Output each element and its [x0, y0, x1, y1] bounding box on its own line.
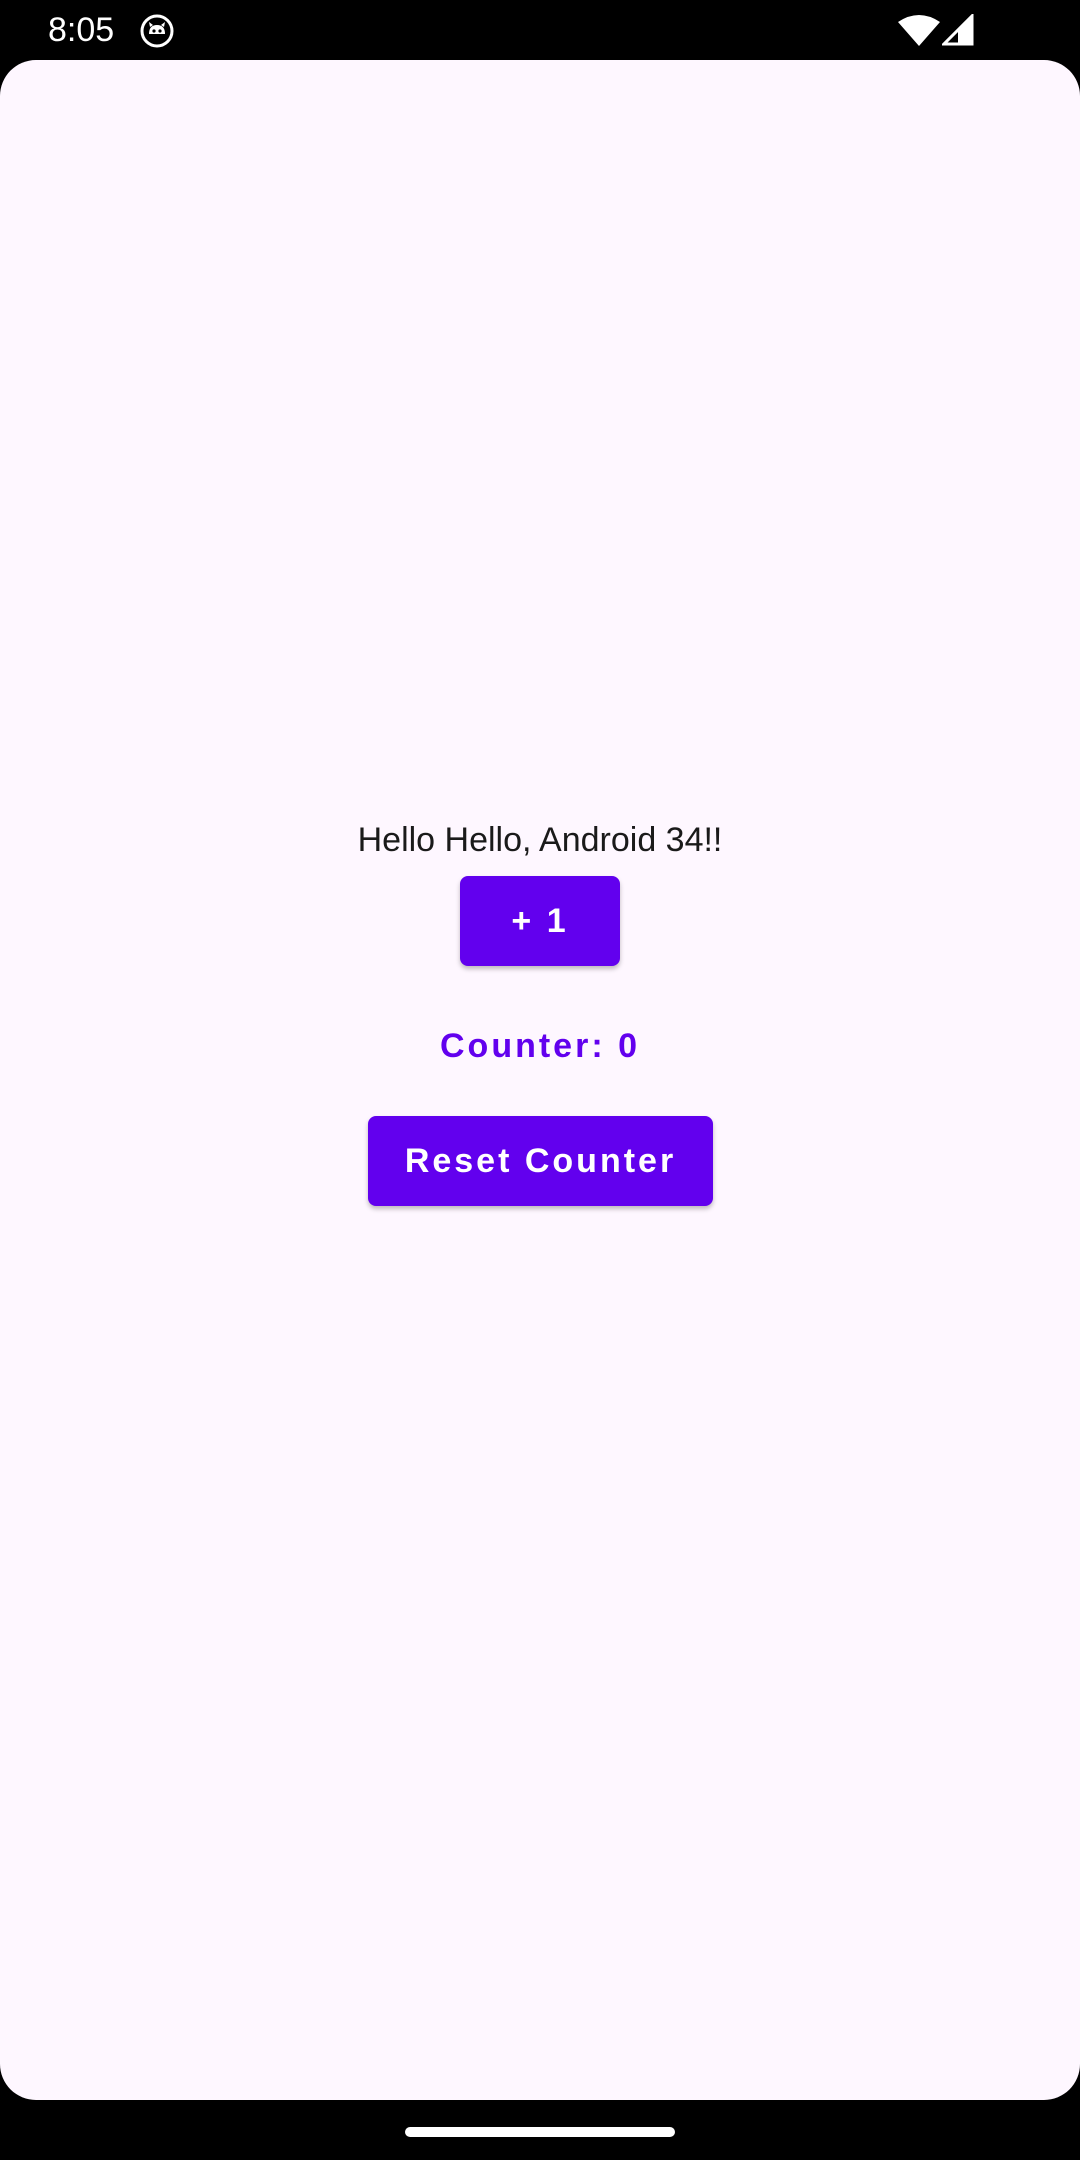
cell-signal-icon — [940, 12, 974, 46]
android-cat-icon — [140, 14, 174, 48]
home-gesture-handle[interactable] — [405, 2127, 675, 2137]
phone-screen: 8:05 Hello Hello, Android 34!! + 1 Count… — [0, 0, 1080, 2160]
status-bar: 8:05 — [0, 0, 1080, 60]
status-time: 8:05 — [48, 11, 115, 49]
counter-text: Counter: 0 — [440, 1027, 640, 1065]
reset-counter-button[interactable]: Reset Counter — [368, 1116, 713, 1206]
greeting-text: Hello Hello, Android 34!! — [357, 821, 723, 859]
app-content — [0, 60, 1080, 2100]
wifi-icon — [898, 14, 940, 46]
increment-button[interactable]: + 1 — [460, 876, 620, 966]
